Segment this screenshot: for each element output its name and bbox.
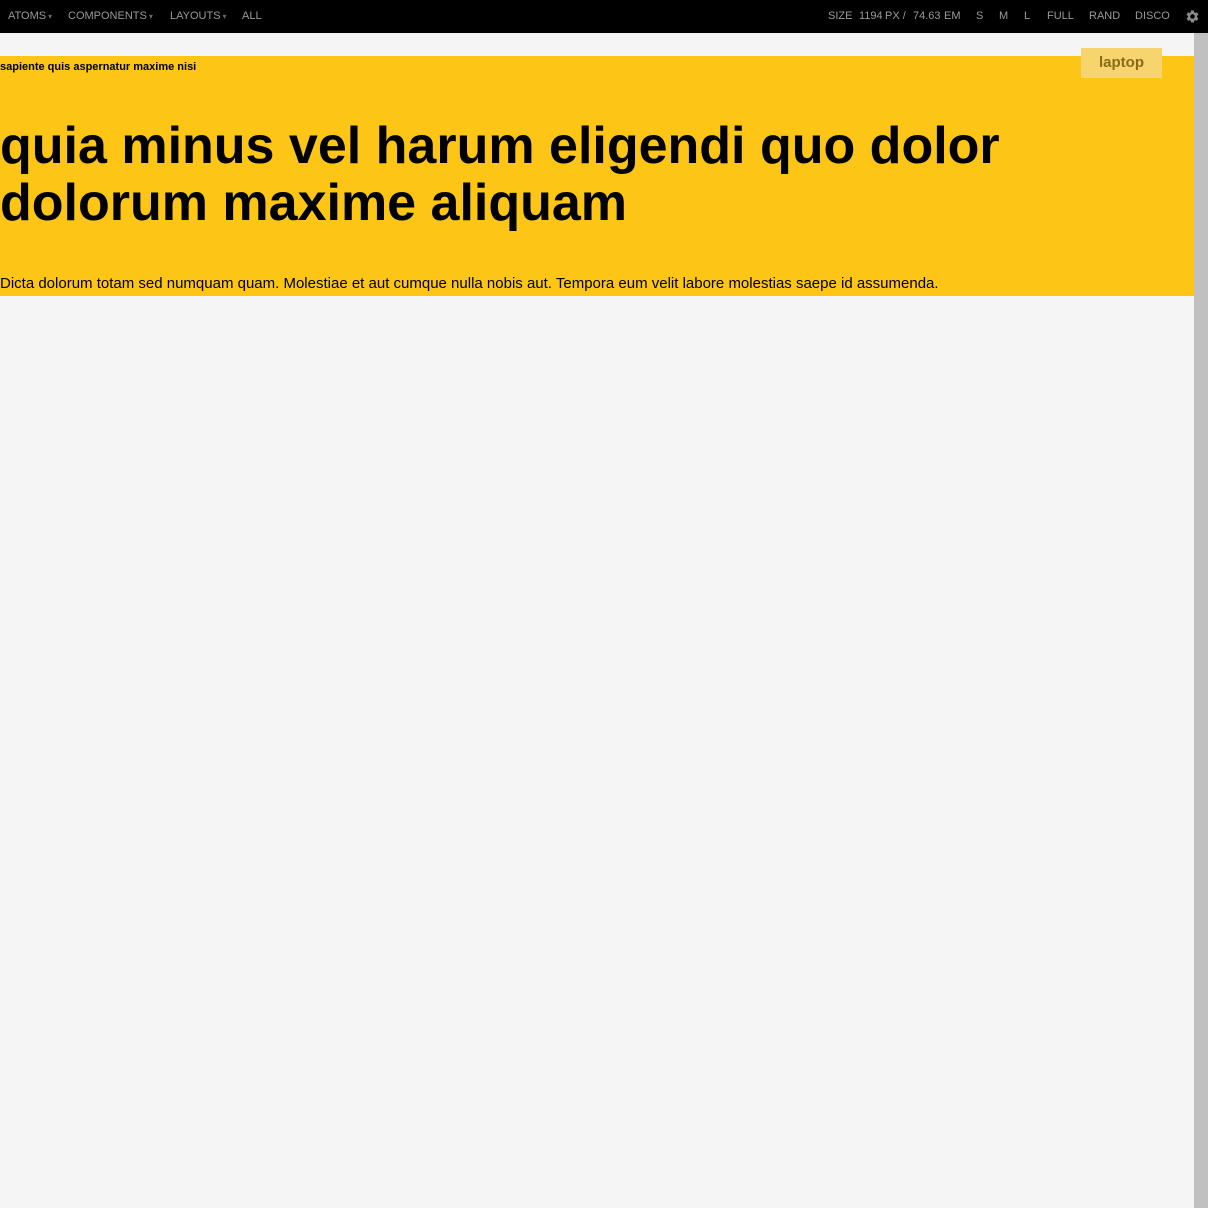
hero-headline: quia minus vel harum eligendi quo dolor … [0, 117, 1000, 232]
size-disco-button[interactable]: DISCO [1135, 0, 1170, 33]
size-em-unit: EM [944, 10, 961, 22]
size-px-unit: PX / [885, 10, 906, 22]
pattern-lab-toolbar: ATOMS ▾ COMPONENTS ▾ LAYOUTS ▾ ALL SIZE 119… [0, 0, 1208, 33]
nav-layouts-label: LAYOUTS [170, 10, 221, 22]
size-em-value[interactable]: 74.63 [913, 0, 941, 33]
hero-eyebrow: sapiente quis aspernatur maxime nisi [0, 61, 197, 73]
nav-components-label: COMPONENTS [68, 10, 147, 22]
hero-lede: Dicta dolorum totam sed numquam quam. Mo… [0, 275, 939, 292]
vertical-scrollbar[interactable] [1194, 33, 1208, 1208]
chevron-down-icon: ▾ [48, 12, 53, 21]
nav-layouts[interactable]: LAYOUTS ▾ [170, 0, 227, 33]
chevron-down-icon: ▾ [148, 12, 153, 21]
nav-all[interactable]: ALL [242, 0, 262, 33]
size-large-button[interactable]: L [1024, 0, 1030, 33]
size-full-button[interactable]: FULL [1047, 0, 1074, 33]
nav-components[interactable]: COMPONENTS ▾ [68, 0, 153, 33]
pattern-viewport: sapiente quis aspernatur maxime nisi qui… [0, 33, 1194, 1208]
size-small-button[interactable]: S [976, 0, 983, 33]
size-px-value[interactable]: 1194 [859, 0, 883, 33]
size-medium-button[interactable]: M [999, 0, 1008, 33]
size-label: SIZE [828, 10, 853, 22]
chevron-down-icon: ▾ [222, 12, 227, 21]
hero-section: sapiente quis aspernatur maxime nisi qui… [0, 56, 1194, 296]
breakpoint-badge: laptop [1081, 48, 1162, 78]
nav-atoms[interactable]: ATOMS ▾ [8, 0, 52, 33]
nav-atoms-label: ATOMS [8, 10, 47, 22]
size-random-button[interactable]: RAND [1089, 0, 1120, 33]
gear-icon[interactable] [1185, 9, 1200, 24]
